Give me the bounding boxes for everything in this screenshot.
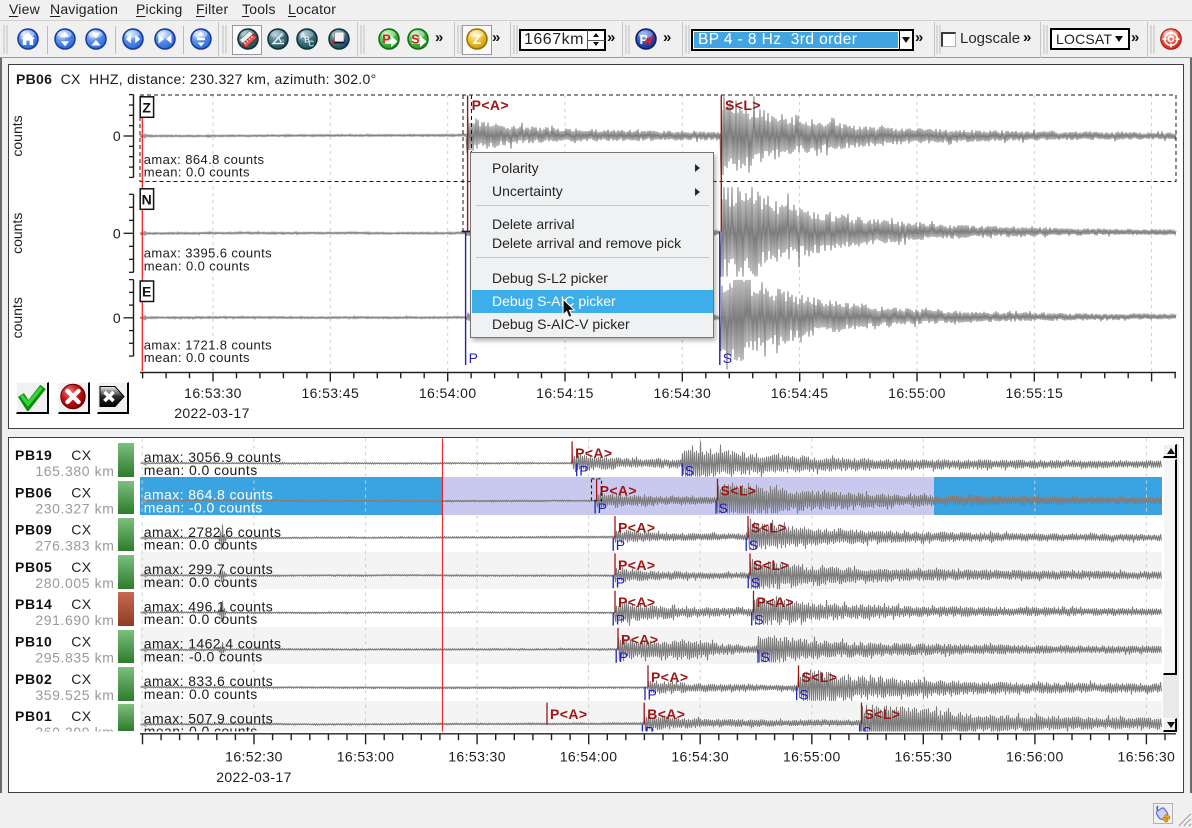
svg-text:Z: Z xyxy=(473,31,482,47)
svg-text:S: S xyxy=(411,33,419,47)
svg-text:45: 45 xyxy=(280,38,285,43)
svg-text:P: P xyxy=(382,33,390,47)
svg-text:C: C xyxy=(308,40,314,49)
